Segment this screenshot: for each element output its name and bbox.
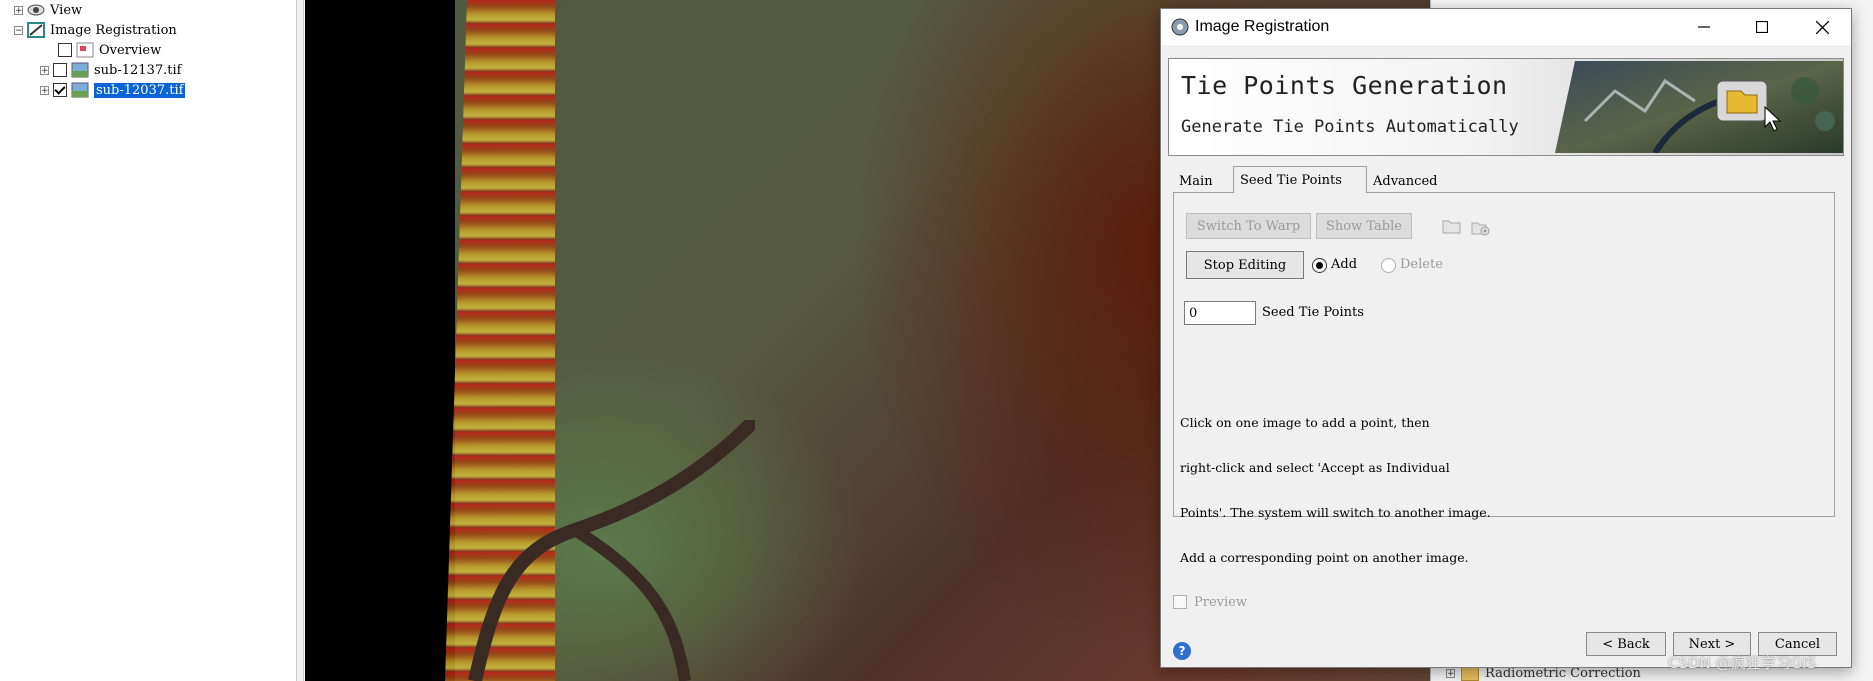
raster-layer-icon bbox=[71, 82, 89, 98]
collapse-icon[interactable]: − bbox=[14, 25, 23, 35]
show-table-button[interactable]: Show Table bbox=[1316, 213, 1412, 239]
help-icon[interactable]: ? bbox=[1173, 642, 1191, 660]
preview-label: Preview bbox=[1194, 595, 1247, 610]
close-icon bbox=[1815, 20, 1829, 34]
instruction-line: Click on one image to add a point, then bbox=[1180, 415, 1430, 430]
switch-to-warp-button[interactable]: Switch To Warp bbox=[1186, 213, 1311, 239]
layer-tree-panel: + View − Image Registration Overview + s… bbox=[0, 0, 297, 681]
banner-title: Tie Points Generation bbox=[1181, 71, 1508, 100]
tab-seed-tie-points[interactable]: Seed Tie Points bbox=[1233, 166, 1367, 193]
stop-editing-button[interactable]: Stop Editing bbox=[1186, 251, 1304, 279]
seed-count-input[interactable] bbox=[1184, 301, 1256, 325]
river-feature bbox=[468, 420, 755, 681]
export-settings-icon[interactable] bbox=[1470, 217, 1492, 237]
raster-layer-icon bbox=[71, 62, 89, 78]
registration-icon bbox=[27, 22, 45, 38]
tree-item-overview[interactable]: Overview bbox=[58, 41, 161, 59]
folder-icon bbox=[1461, 666, 1479, 681]
seed-tie-points-panel: Switch To Warp Show Table Stop Editing A… bbox=[1173, 192, 1835, 565]
toolbox-item-label: Radiometric Correction bbox=[1485, 666, 1641, 681]
tree-item-label: View bbox=[50, 2, 83, 18]
delete-label: Delete bbox=[1400, 257, 1443, 272]
maximize-button[interactable] bbox=[1733, 9, 1791, 45]
minimize-icon bbox=[1698, 26, 1710, 28]
open-file-icon[interactable] bbox=[1442, 217, 1462, 235]
instruction-line: right-click and select 'Accept as Indivi… bbox=[1180, 460, 1450, 475]
watermark-text: CSDN @疯狂学习GIS bbox=[1668, 654, 1817, 672]
tree-item-label-selected: sub-12037.tif bbox=[94, 82, 186, 98]
delete-radio[interactable] bbox=[1381, 258, 1396, 273]
overview-icon bbox=[76, 42, 94, 58]
expand-icon[interactable]: + bbox=[40, 85, 49, 95]
close-button[interactable] bbox=[1793, 9, 1851, 45]
instructions-text: Click on one image to add a point, then … bbox=[1180, 385, 1820, 595]
seed-count-label: Seed Tie Points bbox=[1262, 305, 1364, 320]
tree-item-sub-12037[interactable]: + sub-12037.tif bbox=[40, 81, 186, 99]
expand-icon[interactable]: + bbox=[40, 65, 49, 75]
maximize-icon bbox=[1756, 21, 1768, 33]
tab-label: Main bbox=[1179, 173, 1213, 189]
back-button[interactable]: < Back bbox=[1586, 632, 1666, 656]
tree-item-label: sub-12137.tif bbox=[94, 62, 182, 78]
tab-label: Advanced bbox=[1373, 173, 1438, 189]
dialog-title: Image Registration bbox=[1195, 18, 1330, 35]
add-radio[interactable] bbox=[1312, 258, 1327, 273]
layer-checkbox[interactable] bbox=[53, 63, 67, 77]
preview-checkbox[interactable] bbox=[1173, 595, 1187, 609]
tree-item-label: Overview bbox=[99, 42, 162, 58]
minimize-button[interactable] bbox=[1675, 9, 1733, 45]
panel-splitter[interactable] bbox=[296, 0, 304, 681]
no-data-area bbox=[305, 0, 455, 681]
banner-subtitle: Generate Tie Points Automatically bbox=[1181, 117, 1519, 137]
tree-item-sub-12137[interactable]: + sub-12137.tif bbox=[40, 61, 181, 79]
tab-label: Seed Tie Points bbox=[1240, 172, 1342, 188]
image-registration-dialog: Image Registration Tie Points Generation… bbox=[1160, 8, 1852, 668]
tree-item-image-registration[interactable]: − Image Registration bbox=[14, 21, 177, 39]
add-label: Add bbox=[1331, 257, 1358, 272]
wizard-banner: Tie Points Generation Generate Tie Point… bbox=[1168, 58, 1844, 156]
toolbox-item-radiometric-correction[interactable]: + Radiometric Correction bbox=[1446, 666, 1641, 681]
expand-icon[interactable]: + bbox=[14, 5, 23, 15]
tab-advanced[interactable]: Advanced bbox=[1367, 170, 1441, 192]
eye-icon bbox=[27, 4, 45, 16]
instruction-line: Points'. The system will switch to anoth… bbox=[1180, 505, 1491, 520]
tree-item-view[interactable]: + View bbox=[14, 1, 82, 19]
satellite-thumbnail-image bbox=[1555, 61, 1843, 153]
tab-main[interactable]: Main bbox=[1173, 170, 1231, 192]
instruction-line: Add a corresponding point on another ima… bbox=[1180, 550, 1469, 565]
overview-checkbox[interactable] bbox=[58, 43, 72, 57]
envi-app-icon bbox=[1171, 18, 1189, 36]
tree-item-label: Image Registration bbox=[50, 22, 177, 38]
dialog-titlebar[interactable]: Image Registration bbox=[1161, 9, 1851, 45]
layer-checkbox-checked[interactable] bbox=[53, 83, 67, 97]
expand-icon[interactable]: + bbox=[1446, 669, 1455, 679]
